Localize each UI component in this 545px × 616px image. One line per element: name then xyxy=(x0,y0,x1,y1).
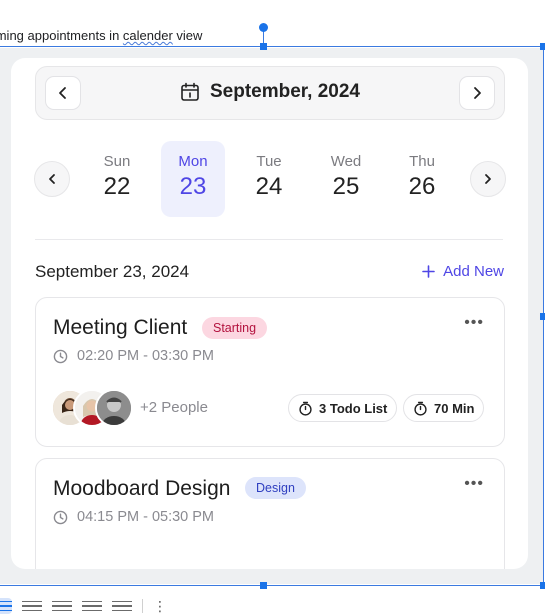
status-badge: Starting xyxy=(202,317,268,339)
in-front-of-text-icon[interactable] xyxy=(112,598,132,614)
month-title: September, 2024 xyxy=(36,81,504,103)
caption-misspelled-word: calender xyxy=(122,28,173,43)
add-new-button[interactable]: Add New xyxy=(422,263,504,280)
day-name: Mon xyxy=(178,153,208,170)
image-options-toolbar: ⋮ xyxy=(0,596,167,616)
behind-text-icon[interactable] xyxy=(82,598,102,614)
day-name: Tue xyxy=(256,153,282,170)
selection-border-top xyxy=(0,46,544,47)
clock-icon xyxy=(53,349,68,363)
day-sun[interactable]: Sun 22 xyxy=(85,141,149,217)
next-week-button[interactable] xyxy=(470,161,506,197)
day-name: Wed xyxy=(330,153,362,170)
break-text-icon[interactable] xyxy=(52,598,72,614)
wrap-text-icon[interactable] xyxy=(22,598,42,614)
avatar xyxy=(95,389,133,427)
appointment-title: Moodboard Design xyxy=(53,477,231,500)
resize-handle-top[interactable] xyxy=(260,43,267,50)
add-new-label: Add New xyxy=(443,263,504,280)
day-date: 25 xyxy=(332,173,360,200)
resize-handle-right[interactable] xyxy=(540,313,545,320)
time-range: 02:20 PM - 03:30 PM xyxy=(77,348,215,364)
more-options-icon[interactable]: ••• xyxy=(464,314,484,332)
resize-handle-bottom-right[interactable] xyxy=(540,582,545,589)
plus-icon xyxy=(422,265,435,278)
day-name: Sun xyxy=(103,153,131,170)
day-date: 26 xyxy=(408,173,436,200)
appointment-card[interactable]: Moodboard Design Design ••• 04:15 PM - 0… xyxy=(35,458,505,569)
resize-handle-bottom[interactable] xyxy=(260,582,267,589)
duration-pill[interactable]: 70 Min xyxy=(403,394,485,422)
day-thu[interactable]: Thu 26 xyxy=(390,141,454,217)
day-tue[interactable]: Tue 24 xyxy=(237,141,301,217)
selection-border-bottom xyxy=(0,585,544,586)
appointment-time: 04:15 PM - 05:30 PM xyxy=(53,509,214,525)
next-month-button[interactable] xyxy=(459,76,495,110)
appointment-title: Meeting Client xyxy=(53,316,188,339)
appointment-card[interactable]: Meeting Client Starting ••• 02:20 PM - 0… xyxy=(35,297,505,447)
appointment-time: 02:20 PM - 03:30 PM xyxy=(53,348,214,364)
stopwatch-icon xyxy=(299,401,312,416)
chevron-left-icon xyxy=(49,174,55,184)
rotate-handle[interactable] xyxy=(259,23,268,32)
todo-list-pill[interactable]: 3 Todo List xyxy=(288,394,398,422)
day-date: 22 xyxy=(103,173,131,200)
extra-people-count: +2 People xyxy=(140,399,208,416)
selected-date-heading: September 23, 2024 xyxy=(35,262,190,281)
caption-text-after: view xyxy=(172,28,203,43)
day-name: Thu xyxy=(409,153,435,170)
image-caption: coming appointments in calender view xyxy=(0,28,202,43)
more-options-icon[interactable]: ••• xyxy=(464,475,484,493)
resize-handle-top-right[interactable] xyxy=(540,43,545,50)
duration-value: 70 Min xyxy=(434,400,475,416)
todo-count: 3 Todo List xyxy=(319,400,388,416)
month-bar: September, 2024 xyxy=(35,66,505,120)
clock-icon xyxy=(53,510,68,524)
more-options-icon[interactable]: ⋮ xyxy=(153,598,167,615)
month-label: September, 2024 xyxy=(210,81,360,102)
chevron-right-icon xyxy=(485,174,491,184)
category-badge: Design xyxy=(245,477,306,499)
day-date: 23 xyxy=(179,173,207,200)
chevron-right-icon xyxy=(474,87,481,99)
day-date: 24 xyxy=(255,173,283,200)
inline-icon[interactable] xyxy=(0,598,12,614)
calendar-icon xyxy=(181,82,199,101)
divider xyxy=(35,239,503,240)
calendar-card: September, 2024 Sun 22 Mon 23 Tue 24 Wed… xyxy=(11,58,528,569)
caption-text-before: coming appointments in xyxy=(0,28,120,43)
day-mon-selected[interactable]: Mon 23 xyxy=(161,141,225,217)
stopwatch-icon xyxy=(414,401,427,416)
time-range: 04:15 PM - 05:30 PM xyxy=(77,509,215,525)
day-wed[interactable]: Wed 25 xyxy=(314,141,378,217)
prev-week-button[interactable] xyxy=(34,161,70,197)
